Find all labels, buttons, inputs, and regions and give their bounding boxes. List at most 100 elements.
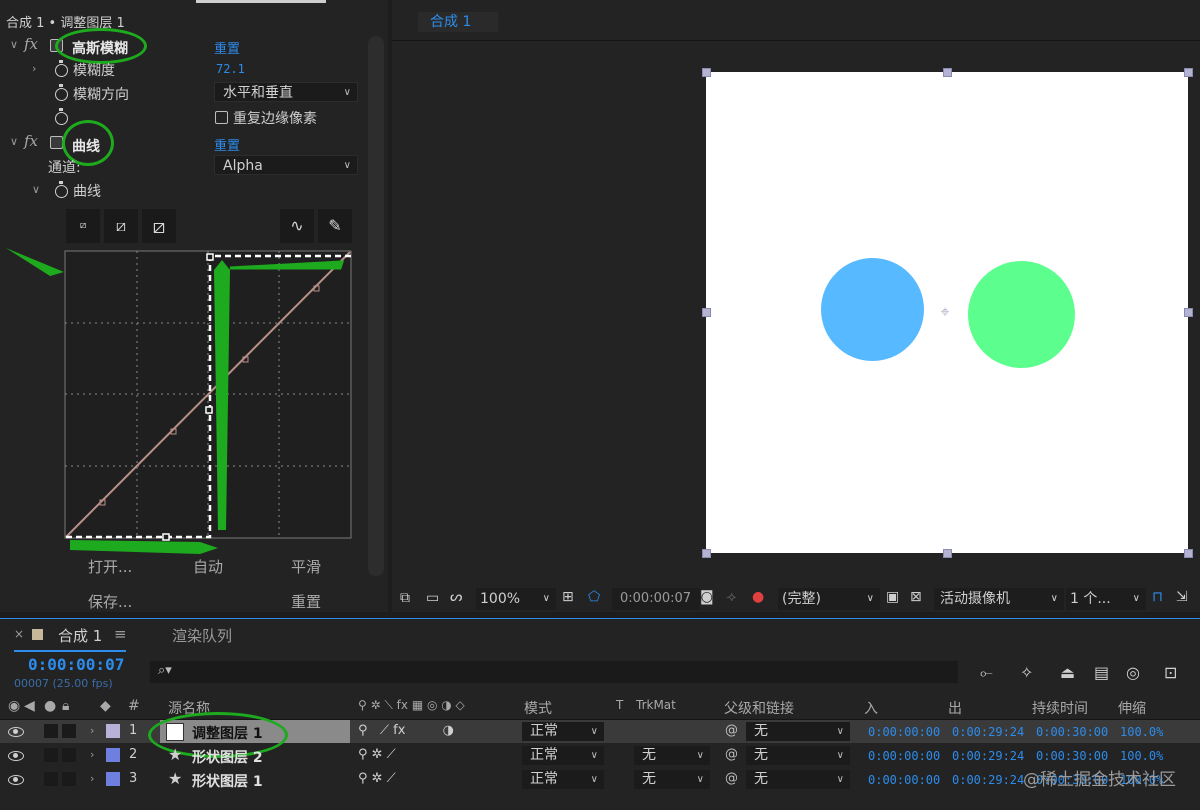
trkmat-dropdown[interactable]: 无 ∨ — [634, 770, 710, 789]
tab-render-queue[interactable]: 渲染队列 — [172, 625, 232, 646]
in-time[interactable]: 0:00:00:00 — [868, 725, 940, 739]
current-time[interactable]: 0:00:00:07 — [28, 655, 124, 674]
lock-toggle[interactable] — [62, 724, 76, 738]
grid-icon[interactable]: ⊞ — [562, 589, 574, 605]
region-icon[interactable]: ⬠ — [588, 589, 600, 605]
chevron-right-icon[interactable]: › — [90, 748, 94, 761]
stretch-value[interactable]: 100.0% — [1120, 749, 1163, 763]
channel-dropdown[interactable]: Alpha ∨ — [214, 155, 358, 175]
hide-shy-layers-icon[interactable]: ⏏ — [1060, 663, 1075, 682]
blurriness-value[interactable]: 72.1 — [216, 62, 245, 76]
anchor-point-icon[interactable]: ⌖ — [937, 304, 953, 320]
resolution-dropdown[interactable]: (完整) ∨ — [778, 588, 880, 610]
tab-composition[interactable]: 合成 1 — [418, 12, 498, 32]
out-time[interactable]: 0:00:29:24 — [952, 725, 1024, 739]
stretch-value[interactable]: 100.0% — [1120, 725, 1163, 739]
draft-3d-icon[interactable]: ✧ — [1020, 663, 1033, 682]
transform-handle[interactable] — [1184, 549, 1193, 558]
green-circle[interactable] — [968, 261, 1075, 368]
lock-toggle[interactable] — [62, 748, 76, 762]
in-time[interactable]: 0:00:00:00 — [868, 773, 940, 787]
label-color-swatch[interactable] — [106, 724, 120, 738]
close-icon[interactable]: × — [14, 627, 24, 641]
zoom-dropdown[interactable]: 100% ∨ — [476, 588, 556, 610]
transform-handle[interactable] — [943, 549, 952, 558]
channels-icon[interactable]: ● — [752, 589, 764, 605]
always-preview-icon[interactable]: ⧉ — [400, 590, 410, 606]
effect-curves[interactable]: ∨ fx 曲线 重置 — [0, 131, 370, 155]
graph-editor-icon[interactable]: ⊡ — [1164, 663, 1177, 682]
mode-dropdown[interactable]: 正常 ∨ — [522, 770, 604, 789]
parent-dropdown[interactable]: 无 ∨ — [746, 746, 850, 765]
show-snapshot-icon[interactable]: ⟢ — [726, 589, 736, 605]
frame-blending-icon[interactable]: ▤ — [1094, 663, 1109, 682]
chevron-down-icon[interactable]: ∨ — [32, 183, 40, 196]
chevron-right-icon[interactable]: › — [32, 62, 36, 75]
small-graph-icon[interactable]: ⧄ — [66, 209, 100, 243]
blur-direction-dropdown[interactable]: 水平和垂直 ∨ — [214, 82, 358, 102]
layer-switches[interactable]: ⚲ ✲ ⟋ — [358, 747, 396, 762]
layer-row[interactable]: › 3 ★ 形状图层 1 ⚲ ✲ ⟋ 正常 ∨ 无 ∨ @ 无 ∨ 0:00:0… — [0, 768, 1200, 791]
eye-icon[interactable] — [8, 727, 24, 737]
fast-preview-icon[interactable]: ▣ — [886, 589, 899, 605]
auto-button[interactable]: 自动 — [193, 556, 223, 577]
mask-icon[interactable]: ᔕ — [450, 589, 462, 605]
out-time[interactable]: 0:00:29:24 — [952, 749, 1024, 763]
timecode-field[interactable]: 0:00:00:07 — [612, 588, 700, 610]
mode-dropdown[interactable]: 正常 ∨ — [522, 722, 604, 741]
reset-exposure-icon[interactable]: ⊓ — [1152, 589, 1163, 605]
blue-circle[interactable] — [821, 258, 924, 361]
chevron-right-icon[interactable]: › — [90, 724, 94, 737]
stopwatch-icon[interactable] — [55, 84, 68, 101]
out-time[interactable]: 0:00:29:24 — [952, 773, 1024, 787]
duration-time[interactable]: 0:00:30:00 — [1036, 749, 1108, 763]
transform-handle[interactable] — [1184, 68, 1193, 77]
curve-tool-icon[interactable]: ∿ — [280, 209, 314, 243]
pickwhip-icon[interactable]: @ — [725, 723, 738, 738]
layer-switches[interactable]: ⚲ ⟋ fx ◑ — [358, 723, 454, 738]
pickwhip-icon[interactable]: @ — [725, 747, 738, 762]
label-color-swatch[interactable] — [106, 772, 120, 786]
fx-toggle-icon[interactable]: fx — [24, 132, 38, 150]
views-dropdown[interactable]: 1 个... ∨ — [1066, 588, 1146, 610]
parent-dropdown[interactable]: 无 ∨ — [746, 722, 850, 741]
scrollbar[interactable] — [368, 36, 384, 576]
transform-handle[interactable] — [702, 308, 711, 317]
eye-icon[interactable] — [8, 775, 24, 785]
reset-link[interactable]: 重置 — [214, 38, 240, 57]
menu-icon[interactable]: ≡ — [114, 625, 127, 643]
in-time[interactable]: 0:00:00:00 — [868, 749, 940, 763]
stopwatch-icon[interactable] — [55, 60, 68, 77]
mode-dropdown[interactable]: 正常 ∨ — [522, 746, 604, 765]
transform-handle[interactable] — [702, 68, 711, 77]
lock-toggle[interactable] — [62, 772, 76, 786]
medium-graph-icon[interactable]: ⧄ — [104, 209, 138, 243]
duration-time[interactable]: 0:00:30:00 — [1036, 725, 1108, 739]
reset-link[interactable]: 重置 — [214, 135, 240, 154]
tab-timeline[interactable]: 合成 1 — [58, 625, 102, 646]
layer-search-input[interactable]: ⌕▾ — [150, 661, 958, 683]
open-button[interactable]: 打开... — [88, 556, 132, 577]
layer-name[interactable]: 形状图层 2 — [192, 747, 263, 767]
chevron-right-icon[interactable]: › — [90, 772, 94, 785]
trkmat-dropdown[interactable]: 无 ∨ — [634, 746, 710, 765]
smooth-button[interactable]: 平滑 — [291, 556, 321, 577]
pickwhip-icon[interactable]: @ — [725, 771, 738, 786]
monitor-icon[interactable]: ▭ — [426, 590, 439, 606]
eye-icon[interactable] — [8, 751, 24, 761]
motion-blur-icon[interactable]: ◎ — [1126, 663, 1140, 682]
repeat-edge-checkbox[interactable] — [215, 111, 228, 124]
layer-switches[interactable]: ⚲ ✲ ⟋ — [358, 771, 396, 786]
transform-handle[interactable] — [943, 68, 952, 77]
reset-curves-button[interactable]: 重置 — [291, 591, 321, 612]
transform-handle[interactable] — [702, 549, 711, 558]
fx-toggle-icon[interactable]: fx — [24, 35, 38, 53]
composition-canvas[interactable]: ⌖ — [702, 68, 1193, 558]
layer-name[interactable]: 形状图层 1 — [192, 771, 263, 791]
parent-dropdown[interactable]: 无 ∨ — [746, 770, 850, 789]
camera-dropdown[interactable]: 活动摄像机 ∨ — [934, 588, 1064, 610]
camera-snapshot-icon[interactable]: ◙ — [700, 589, 714, 605]
solo-toggle[interactable] — [44, 748, 58, 762]
label-color-swatch[interactable] — [106, 748, 120, 762]
composition-mini-flowchart-icon[interactable]: ⟜ — [980, 663, 993, 683]
